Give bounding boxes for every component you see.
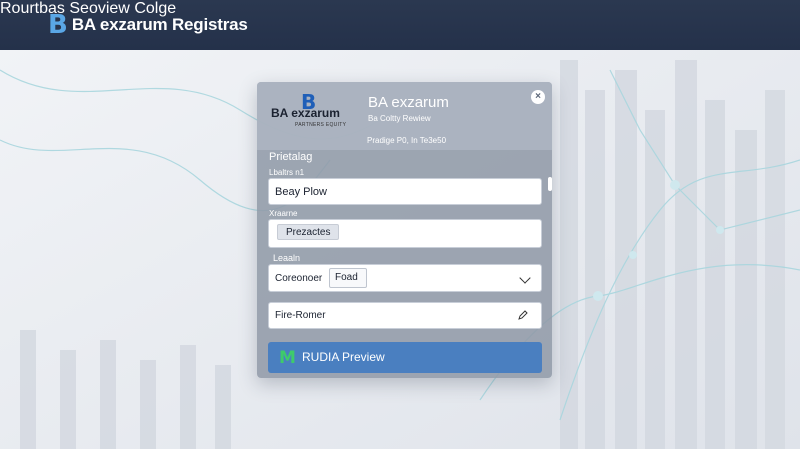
brand-mark-icon: B xyxy=(48,10,68,40)
type-select-value-text: Foad xyxy=(335,272,358,283)
preview-logo-icon: M xyxy=(279,348,296,368)
category-chip-label: Prezactes xyxy=(286,227,331,238)
field1-label: Lbaltrs n1 xyxy=(269,168,305,177)
brand-logo[interactable]: B BA exzarum Registras xyxy=(48,11,248,39)
card-logo-subtext: PARTNERS EQUITY xyxy=(295,122,347,128)
type-select-label: Coreonoer xyxy=(275,273,323,284)
card-title: BA exzarum xyxy=(368,94,449,111)
role-field-value: Fire-Romer xyxy=(275,310,326,321)
top-navbar: B BA exzarum Registras Rourtbas Seoview … xyxy=(0,0,800,50)
scrollbar-thumb[interactable] xyxy=(548,177,552,191)
field2-label: Xraarne xyxy=(269,209,298,218)
card-header: B BA exzarum PARTNERS EQUITY BA exzarum … xyxy=(257,82,552,150)
card-logo: B BA exzarum PARTNERS EQUITY xyxy=(271,90,351,130)
role-field[interactable]: Fire-Romer xyxy=(268,302,542,329)
preview-button-label: RUDIA Preview xyxy=(302,350,385,364)
card-logo-text: BA exzarum xyxy=(271,106,340,120)
chevron-down-icon[interactable] xyxy=(519,272,531,284)
category-chip[interactable]: Prezactes xyxy=(277,224,339,240)
pencil-icon[interactable] xyxy=(517,309,529,321)
type-select-value[interactable]: Foad xyxy=(329,268,367,288)
card-subtitle: Ba Coltty Rewiew xyxy=(368,114,431,123)
brand-name: BA exzarum Registras xyxy=(71,15,248,34)
category-field[interactable]: Prezactes xyxy=(268,219,542,248)
close-icon[interactable]: × xyxy=(531,90,545,104)
type-select[interactable]: Coreonoer Foad xyxy=(268,264,542,292)
section-label: Prietalag xyxy=(269,151,313,163)
card-caption: Pradige P0, In Te3e50 xyxy=(367,136,447,145)
name-field-value: Beay Plow xyxy=(275,186,327,198)
preview-button[interactable]: M RUDIA Preview xyxy=(268,342,542,373)
field3-label: Leaaln xyxy=(273,253,301,263)
name-field[interactable]: Beay Plow xyxy=(268,178,542,205)
